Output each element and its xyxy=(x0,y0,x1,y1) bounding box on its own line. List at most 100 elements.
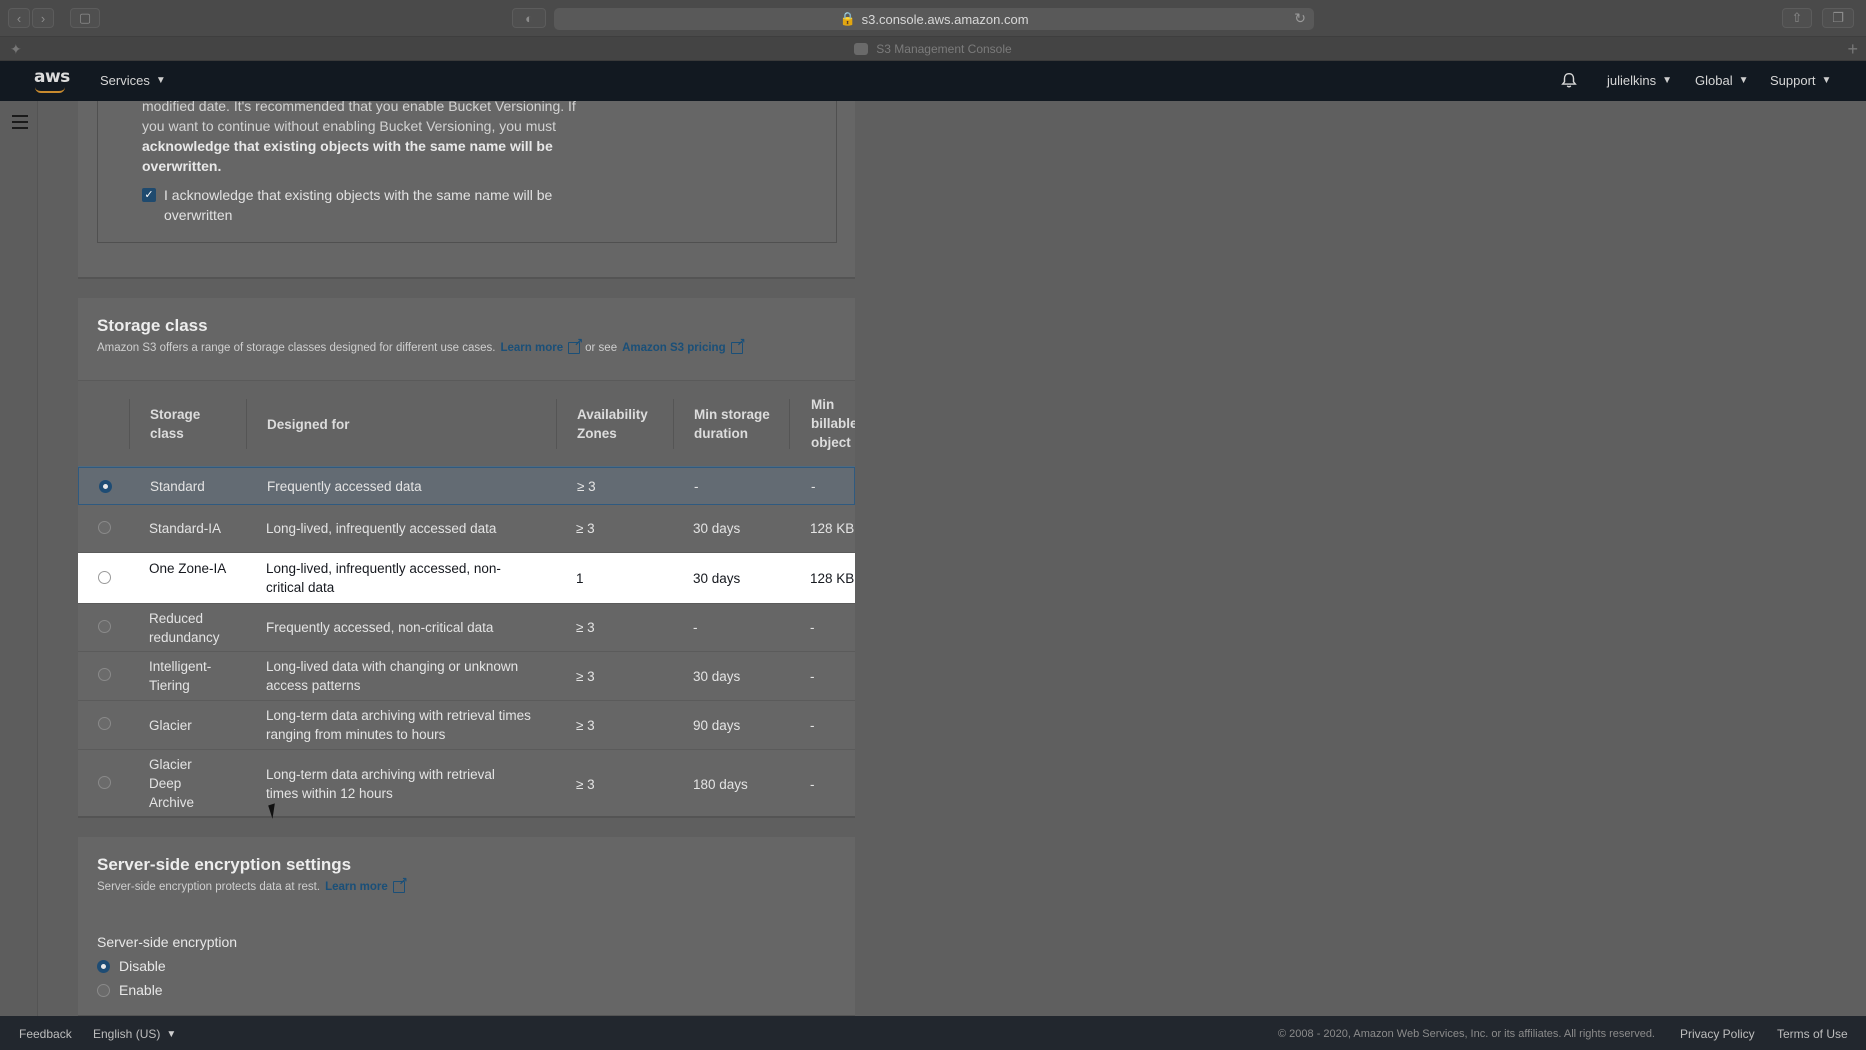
column-divider xyxy=(246,399,247,449)
region-label: Global xyxy=(1695,73,1733,88)
cell-duration: 90 days xyxy=(693,718,741,733)
radio-glacier[interactable] xyxy=(98,717,111,730)
radio-one-zone-ia[interactable] xyxy=(98,571,111,584)
pin-icon: ✦ xyxy=(10,41,22,57)
cell-duration: - xyxy=(693,620,698,635)
warning-line-2: you want to continue without enabling Bu… xyxy=(142,118,557,134)
header-min-storage-duration: Min storage duration xyxy=(694,407,770,441)
encryption-desc: Server-side encryption protects data at … xyxy=(97,875,408,893)
cell-class: Standard-IA xyxy=(149,521,222,536)
browser-toolbar: ‹ › ▢ ◐ 🔒 s3.console.aws.amazon.com ↻ ⇧ … xyxy=(0,0,1866,37)
sidebar-toggle-button[interactable]: ▢ xyxy=(70,8,100,28)
radio-standard[interactable] xyxy=(99,480,112,493)
aws-logo[interactable]: aws xyxy=(34,67,70,87)
reader-button[interactable]: ◐ xyxy=(512,8,546,28)
copyright-text: © 2008 - 2020, Amazon Web Services, Inc.… xyxy=(1278,1028,1655,1040)
terms-of-use-link[interactable]: Terms of Use xyxy=(1777,1027,1848,1041)
storage-row-glacier[interactable]: Glacier Long-term data archiving with re… xyxy=(78,701,855,750)
cell-az: ≥ 3 xyxy=(576,620,595,635)
lock-icon: 🔒 xyxy=(839,11,856,26)
cell-object: - xyxy=(811,479,816,494)
forward-button[interactable]: › xyxy=(32,8,54,28)
cell-designed: Long-term data archiving with retrieval … xyxy=(266,708,531,742)
acknowledge-checkbox-row[interactable]: ✓ I acknowledge that existing objects wi… xyxy=(142,185,562,225)
side-nav-strip xyxy=(0,101,38,1016)
external-link-icon xyxy=(730,336,746,354)
caret-down-icon: ▼ xyxy=(1738,75,1749,86)
encryption-panel: Server-side encryption settings Server-s… xyxy=(78,837,855,1017)
external-link-icon xyxy=(568,336,583,354)
learn-more-link[interactable]: Learn more xyxy=(325,881,388,893)
external-link-icon xyxy=(392,875,408,893)
back-button[interactable]: ‹ xyxy=(8,8,30,28)
cell-designed: Long-term data archiving with retrieval … xyxy=(266,767,495,801)
feedback-label: Feedback xyxy=(19,1027,72,1041)
radio-glacier-deep-archive[interactable] xyxy=(98,776,111,789)
acknowledge-checkbox[interactable]: ✓ xyxy=(142,188,156,202)
cell-designed: Long-lived, infrequently accessed data xyxy=(266,521,497,536)
radio-intelligent-tiering[interactable] xyxy=(98,668,111,681)
cell-class: Reduced redundancy xyxy=(149,611,220,645)
support-label: Support xyxy=(1770,73,1816,88)
storage-row-glacier-deep-archive[interactable]: Glacier Deep Archive Long-term data arch… xyxy=(78,750,855,816)
header-availability-zones: Availability Zones xyxy=(577,407,648,441)
feedback-button[interactable]: Feedback xyxy=(19,1027,72,1041)
reload-icon[interactable]: ↻ xyxy=(1294,10,1306,27)
storage-row-intelligent-tiering[interactable]: Intelligent-Tiering Long-lived data with… xyxy=(78,652,855,701)
storage-desc-text: Amazon S3 offers a range of storage clas… xyxy=(97,342,496,354)
learn-more-link[interactable]: Learn more xyxy=(500,342,563,354)
cell-duration: 30 days xyxy=(693,521,741,536)
region-menu[interactable]: Global ▼ xyxy=(1695,73,1748,88)
storage-row-standard-ia[interactable]: Standard-IA Long-lived, infrequently acc… xyxy=(78,505,855,553)
cell-object: 128 KB xyxy=(810,571,855,586)
encryption-disable-option[interactable]: Disable xyxy=(97,958,166,974)
storage-row-standard[interactable]: Standard Frequently accessed data ≥ 3 - … xyxy=(78,467,855,505)
tab-favicon-icon xyxy=(854,42,869,55)
storage-class-panel: Storage class Amazon S3 offers a range o… xyxy=(78,298,855,818)
aws-navbar: aws Services ▼ julielkins ▼ Global ▼ Suppor… xyxy=(0,61,1866,101)
column-divider xyxy=(129,399,130,449)
warning-bold: acknowledge that existing objects with t… xyxy=(142,138,553,174)
header-storage-class: Storage class xyxy=(150,407,201,441)
share-button[interactable]: ⇧ xyxy=(1782,8,1812,28)
encryption-label: Server-side encryption xyxy=(97,934,238,950)
radio-reduced-redundancy[interactable] xyxy=(98,620,111,633)
aws-smile-icon xyxy=(35,87,65,93)
bell-icon[interactable] xyxy=(1560,71,1578,89)
storage-class-desc: Amazon S3 offers a range of storage clas… xyxy=(97,336,746,354)
encryption-enable-option[interactable]: Enable xyxy=(97,982,163,998)
storage-row-reduced-redundancy[interactable]: Reduced redundancy Frequently accessed, … xyxy=(78,604,855,652)
hamburger-menu-icon[interactable] xyxy=(12,115,28,133)
cell-object: - xyxy=(810,620,815,635)
s3-pricing-link[interactable]: Amazon S3 pricing xyxy=(622,342,726,354)
services-menu[interactable]: Services ▼ xyxy=(100,73,166,88)
support-menu[interactable]: Support ▼ xyxy=(1770,73,1831,88)
user-menu[interactable]: julielkins ▼ xyxy=(1607,73,1672,88)
tabs-button[interactable]: ❐ xyxy=(1822,8,1854,28)
language-selector[interactable]: English (US) ▼ xyxy=(93,1027,176,1041)
browser-tab[interactable]: ✦ S3 Management Console + xyxy=(0,37,1866,61)
radio-enable[interactable] xyxy=(97,983,110,997)
storage-class-table: Storage class Designed for Availability … xyxy=(78,380,855,816)
url-bar[interactable]: 🔒 s3.console.aws.amazon.com ↻ xyxy=(554,8,1314,30)
radio-standard-ia[interactable] xyxy=(98,521,111,534)
cell-az: ≥ 3 xyxy=(576,521,595,536)
warning-line-1: modified date. It's recommended that you… xyxy=(142,98,576,114)
cell-az: ≥ 3 xyxy=(576,669,595,684)
column-divider xyxy=(556,399,557,449)
storage-row-one-zone-ia[interactable]: One Zone-IA Long-lived, infrequently acc… xyxy=(78,553,855,604)
cell-designed: Long-lived, infrequently accessed, non-c… xyxy=(266,561,501,595)
privacy-policy-link[interactable]: Privacy Policy xyxy=(1680,1027,1755,1041)
caret-down-icon: ▼ xyxy=(1821,75,1832,86)
column-divider xyxy=(789,399,790,449)
tab-title: S3 Management Console xyxy=(876,41,1012,56)
storage-class-title: Storage class xyxy=(97,316,208,335)
cell-class: Intelligent-Tiering xyxy=(149,659,212,693)
caret-down-icon: ▼ xyxy=(155,75,166,86)
caret-down-icon: ▼ xyxy=(1662,75,1673,86)
cell-az: 1 xyxy=(576,571,584,586)
disable-label: Disable xyxy=(119,958,166,974)
new-tab-icon[interactable]: + xyxy=(1847,39,1858,60)
cell-az: ≥ 3 xyxy=(576,718,595,733)
radio-disable[interactable] xyxy=(97,959,110,973)
